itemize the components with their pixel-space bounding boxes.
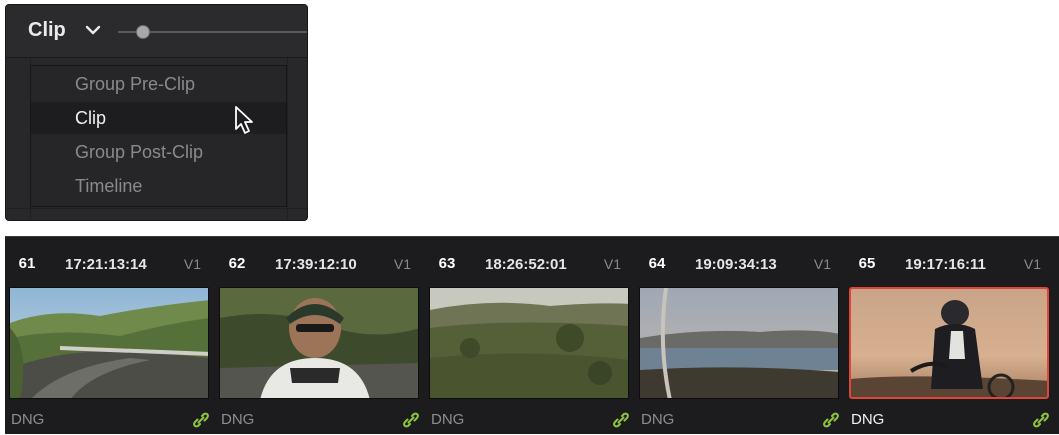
clip-footer: DNG	[635, 403, 845, 435]
clip-header: 61 17:21:13:14 V1	[5, 237, 215, 287]
clip-format: DNG	[431, 411, 465, 428]
zoom-slider[interactable]	[118, 24, 307, 40]
clip-timecode: 19:17:16:11	[905, 256, 986, 273]
clip-mode-panel: Clip Group Pre-Clip Clip Group Post-Clip…	[5, 4, 308, 221]
chevron-down-icon[interactable]	[85, 24, 101, 36]
clip-61[interactable]: 61 17:21:13:14 V1 DNG	[5, 237, 215, 435]
mode-dropdown-menu: Group Pre-Clip Clip Group Post-Clip Time…	[30, 65, 287, 207]
clip-number: 62	[223, 252, 251, 276]
zoom-slider-thumb[interactable]	[136, 25, 150, 39]
clip-timecode: 17:21:13:14	[65, 256, 147, 273]
clip-format: DNG	[11, 411, 45, 428]
clip-header: 64 19:09:34:13 V1	[635, 237, 845, 287]
clip-timecode: 17:39:12:10	[275, 256, 357, 273]
clip-63[interactable]: 63 18:26:52:01 V1 DNG	[425, 237, 635, 435]
clip-number: 65	[853, 252, 881, 276]
clip-thumbnail[interactable]	[9, 287, 209, 399]
link-icon	[613, 412, 629, 428]
clip-track: V1	[813, 256, 831, 272]
clip-thumbnail[interactable]	[639, 287, 839, 399]
clip-65[interactable]: 65 19:17:16:11 V1 DNG	[845, 237, 1055, 435]
clip-62[interactable]: 62 17:39:12:10 V1 DNG	[215, 237, 425, 435]
clip-footer: DNG	[425, 403, 635, 435]
grid-line	[6, 208, 307, 209]
clip-header: 63 18:26:52:01 V1	[425, 237, 635, 287]
menu-item-group-post-clip[interactable]: Group Post-Clip	[31, 136, 286, 168]
mode-header: Clip	[6, 5, 307, 58]
clip-header: 65 19:17:16:11 V1	[845, 237, 1055, 287]
grid-line	[287, 58, 288, 220]
clip-number-badge: 64	[643, 252, 671, 276]
clip-thumbnail-strip: 61 17:21:13:14 V1 DNG 62 17:39:12:10 V1 …	[5, 236, 1059, 434]
clip-footer: DNG	[5, 403, 215, 435]
clip-track: V1	[1023, 256, 1041, 272]
clip-track: V1	[603, 256, 621, 272]
clip-number-badge: 65	[853, 252, 881, 276]
link-icon	[1033, 412, 1049, 428]
clip-number: 61	[13, 252, 41, 276]
clip-footer: DNG	[215, 403, 425, 435]
clip-format: DNG	[641, 411, 675, 428]
clip-track: V1	[393, 256, 411, 272]
clip-timecode: 18:26:52:01	[485, 256, 567, 273]
menu-item-timeline[interactable]: Timeline	[31, 170, 286, 202]
link-icon	[193, 412, 209, 428]
clip-number-badge: 62	[223, 252, 251, 276]
clip-64[interactable]: 64 19:09:34:13 V1 DNG	[635, 237, 845, 435]
clip-format: DNG	[851, 411, 885, 428]
clip-number: 63	[433, 252, 461, 276]
menu-item-group-pre-clip[interactable]: Group Pre-Clip	[31, 68, 286, 100]
clip-number-badge: 61	[13, 252, 41, 276]
menu-item-clip[interactable]: Clip	[31, 102, 286, 134]
clip-thumbnail[interactable]	[849, 287, 1049, 399]
clip-track: V1	[183, 256, 201, 272]
clip-thumbnail[interactable]	[429, 287, 629, 399]
link-icon	[403, 412, 419, 428]
clip-number-badge: 63	[433, 252, 461, 276]
clip-thumbnail[interactable]	[219, 287, 419, 399]
mode-dropdown-label[interactable]: Clip	[28, 19, 66, 42]
clip-timecode: 19:09:34:13	[695, 256, 777, 273]
clip-format: DNG	[221, 411, 255, 428]
link-icon	[823, 412, 839, 428]
clip-footer: DNG	[845, 403, 1055, 435]
clip-number: 64	[643, 252, 671, 276]
clip-header: 62 17:39:12:10 V1	[215, 237, 425, 287]
